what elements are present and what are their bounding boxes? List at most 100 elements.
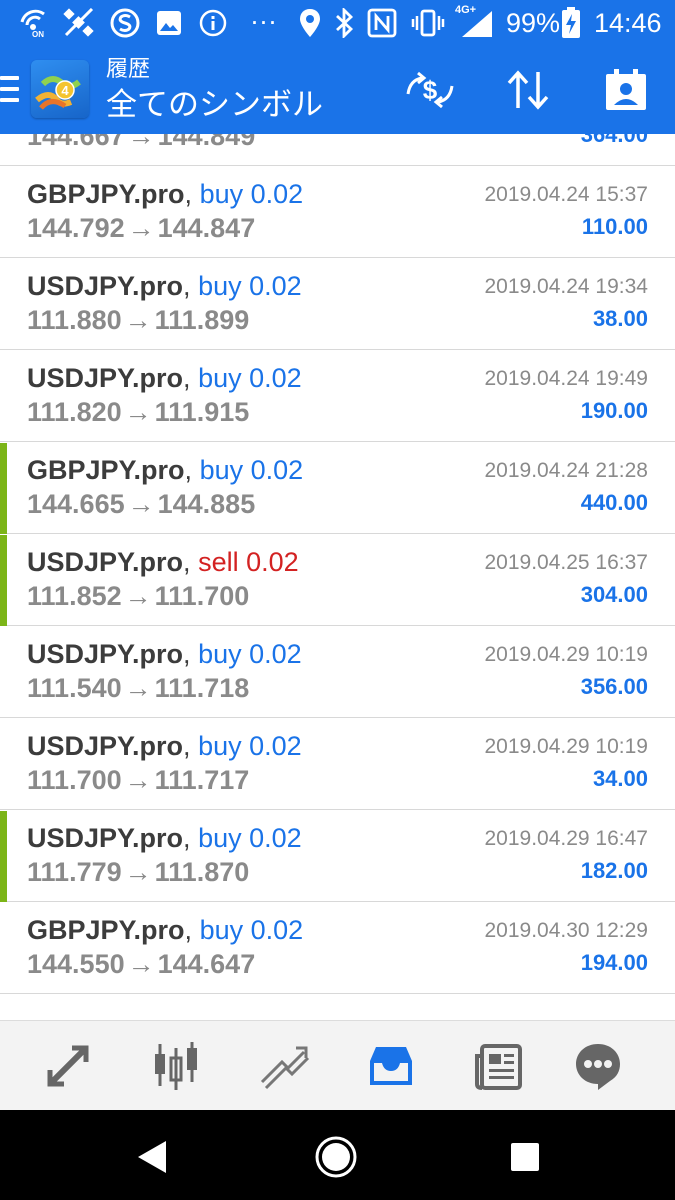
menu-icon[interactable]: [0, 76, 20, 104]
close-price: 144.885: [157, 489, 256, 519]
trade-title: USDJPY.pro, sell 0.02: [27, 545, 299, 579]
trade-side: buy 0.02: [198, 363, 302, 393]
price-range: 111.779 → 111.870: [27, 855, 249, 889]
history-row[interactable]: GBPJPY.pro, buy 0.02 144.550 → 144.647 2019.…: [0, 903, 675, 994]
arrow: →: [124, 581, 152, 611]
nav-news-button[interactable]: [469, 1036, 529, 1096]
separator: ,: [184, 179, 193, 209]
trade-profit: 182.00: [580, 858, 648, 883]
price-range: 144.550 → 144.647: [27, 947, 255, 981]
trade-profit: 356.00: [580, 674, 648, 699]
status-bar: ON ··· 4G+ 99% 14:46: [0, 0, 675, 46]
page-subtitle: 履歴: [106, 56, 151, 81]
history-row[interactable]: GBPJPY.pro, buy 0.02144.667→144.8492019.…: [0, 134, 675, 166]
arrow: →: [124, 765, 152, 795]
trade-side: buy 0.02: [198, 823, 302, 853]
nav-history-button[interactable]: [361, 1036, 421, 1096]
trade-profit: 110.00: [581, 214, 648, 239]
price-range: 111.820 → 111.915: [27, 395, 249, 429]
arrow: →: [127, 213, 155, 243]
close-price: 111.899: [154, 305, 250, 335]
arrow: →: [124, 305, 152, 335]
price-range: 111.880 → 111.899: [27, 303, 249, 337]
close-price: 144.847: [157, 213, 256, 243]
symbol-name: GBPJPY.pro: [27, 915, 185, 945]
nav-trade-button[interactable]: [254, 1036, 314, 1096]
history-row[interactable]: USDJPY.pro, sell 0.02 111.852 → 111.700 2019…: [0, 535, 675, 626]
metatrader-logo: 4: [31, 60, 89, 118]
trade-title: USDJPY.pro, buy 0.02: [27, 729, 302, 763]
home-button[interactable]: [314, 1135, 358, 1179]
trade-time: 2019.04.29 16:47: [484, 827, 649, 850]
separator: ,: [183, 271, 191, 301]
open-price: 111.820: [27, 397, 122, 427]
battery-charging-icon: [560, 7, 582, 38]
trade-time: 2019.04.29 10:19: [484, 643, 649, 666]
nfc-icon: [366, 8, 398, 38]
history-row[interactable]: USDJPY.pro, buy 0.02 111.779 → 111.870 2019.…: [0, 811, 675, 902]
history-row[interactable]: USDJPY.pro, buy 0.02 111.540 → 111.718 2019.…: [0, 627, 675, 718]
trade-side: buy 0.02: [199, 915, 304, 945]
close-price: 144.647: [157, 949, 256, 979]
price-range: 111.540 → 111.718: [27, 671, 249, 705]
location-icon: [298, 8, 322, 38]
open-price: 144.665: [27, 489, 125, 519]
history-list[interactable]: GBPJPY.pro, buy 0.02144.667→144.8492019.…: [0, 134, 675, 1020]
separator: ,: [183, 823, 191, 853]
separator: ,: [183, 363, 191, 393]
trade-time: 2019.04.29 10:19: [484, 735, 649, 758]
nav-chat-button[interactable]: [568, 1036, 628, 1096]
back-button[interactable]: [130, 1135, 174, 1179]
open-price: 144.550: [27, 949, 125, 979]
news-icon: [475, 1044, 522, 1090]
trade-time: 2019.04.30 12:29: [484, 919, 649, 942]
trade-time: 2019.04.25 16:37: [484, 551, 649, 574]
logo-badge-number: 4: [61, 83, 69, 98]
calendar-contact-icon: [606, 69, 646, 110]
nav-quotes-button[interactable]: [38, 1036, 98, 1096]
trade-time: 2019.04.24 15:37: [484, 183, 649, 206]
close-price: 111.717: [154, 765, 250, 795]
separator: ,: [183, 547, 191, 577]
trade-side: buy 0.02: [198, 639, 302, 669]
clock: 14:46: [594, 8, 662, 38]
sort-icon: [507, 70, 549, 110]
sort-button[interactable]: [500, 64, 556, 116]
trade-time: 2019.04.24 19:34: [484, 275, 649, 298]
trade-title: GBPJPY.pro, buy 0.02: [27, 453, 303, 487]
history-row[interactable]: GBPJPY.pro, buy 0.02 144.792 → 144.847 2019.…: [0, 167, 675, 258]
battery-percent: 99%: [506, 8, 561, 38]
bluetooth-icon: [332, 8, 356, 38]
currency-exchange-button[interactable]: $: [402, 64, 458, 116]
wifi-calling-icon: ON: [18, 8, 50, 38]
image-icon: [154, 8, 184, 38]
history-row[interactable]: GBPJPY.pro, buy 0.02 144.665 → 144.885 2019.…: [0, 443, 675, 534]
calendar-contact-button[interactable]: [598, 64, 654, 116]
open-price: 144.792: [27, 213, 125, 243]
history-row[interactable]: USDJPY.pro, buy 0.02 111.880 → 111.899 2019.…: [0, 259, 675, 350]
history-row[interactable]: USDJPY.pro, buy 0.02 111.820 → 111.915 2019.…: [0, 351, 675, 442]
vibrate-icon: [410, 8, 446, 38]
symbol-name: GBPJPY.pro: [27, 455, 185, 485]
arrow: →: [127, 489, 155, 519]
arrow: →: [127, 949, 155, 979]
trade-time: 2019.04.24 19:49: [484, 367, 649, 390]
recents-button[interactable]: [503, 1135, 547, 1179]
page-title[interactable]: 全てのシンボル: [106, 86, 323, 124]
nav-chart-button[interactable]: [146, 1036, 206, 1096]
trade-profit: 304.00: [580, 582, 648, 607]
chart-icon: [155, 1042, 197, 1090]
chat-icon: [576, 1044, 620, 1090]
separator: ,: [184, 455, 193, 485]
open-price: 111.779: [27, 857, 122, 887]
trade-profit: 364.00: [580, 134, 648, 147]
price-range: 144.665 → 144.885: [27, 487, 255, 521]
close-price: 111.915: [154, 397, 250, 427]
satellite-icon: [62, 8, 96, 38]
trade-title: USDJPY.pro, buy 0.02: [27, 361, 302, 395]
symbol-name: USDJPY.pro: [27, 547, 184, 577]
network-type: 4G+: [455, 4, 477, 16]
back-icon: [138, 1141, 166, 1173]
history-row[interactable]: USDJPY.pro, buy 0.02 111.700 → 111.717 2019.…: [0, 719, 675, 810]
trade-side: buy 0.02: [199, 179, 304, 209]
